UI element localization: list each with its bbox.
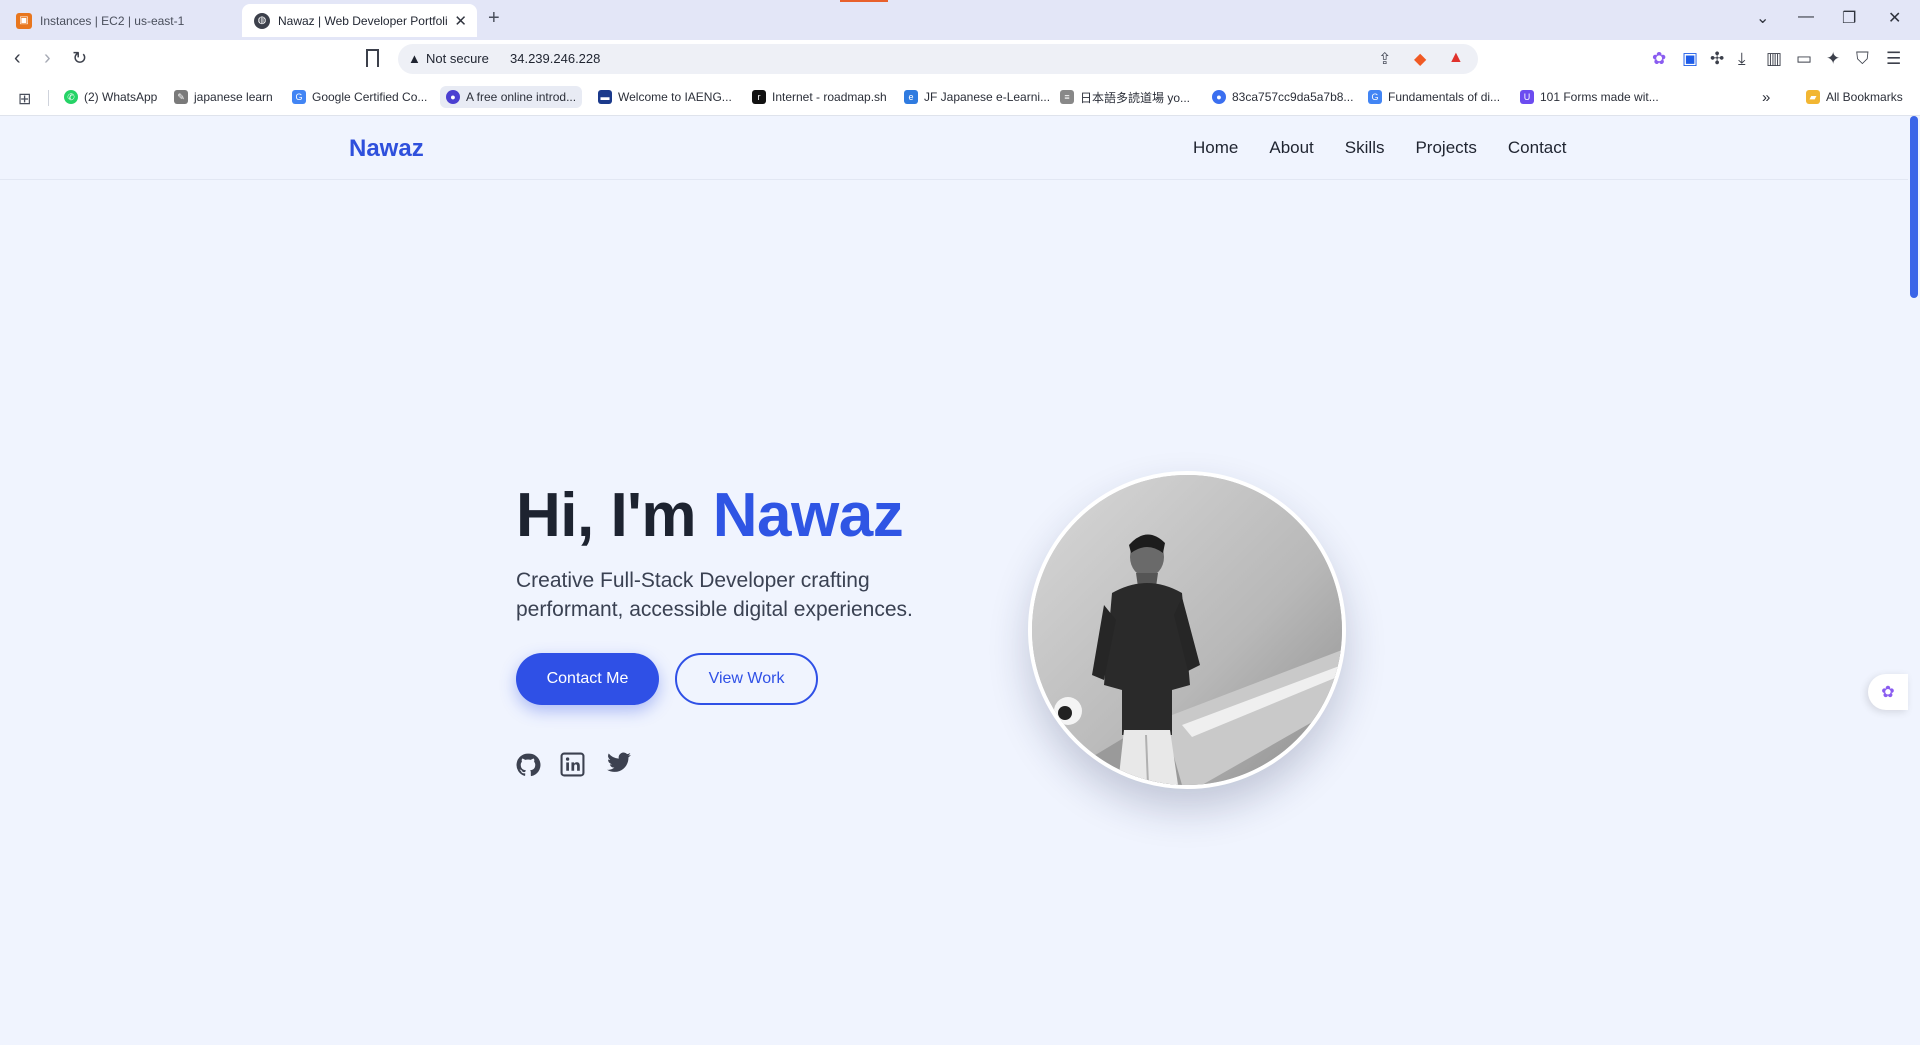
scrollbar-thumb[interactable] [1910,116,1918,298]
restore-icon[interactable]: ❐ [1842,8,1856,28]
whatsapp-icon: ✆ [64,90,78,104]
minimize-icon[interactable]: — [1798,8,1814,26]
address-bar[interactable]: ▲ Not secure 34.239.246.228 ⇪ ◆ ▲ [398,44,1478,74]
bookmark-japanese-learn[interactable]: ✎ japanese learn [174,86,273,108]
forward-icon[interactable]: › [44,47,51,70]
bookmark-jf-japanese[interactable]: e JF Japanese e-Learni... [904,86,1050,108]
bookmark-label: Internet - roadmap.sh [772,90,887,104]
bookmark-label: JF Japanese e-Learni... [924,90,1051,104]
bookmark-label: 日本語多読道場 yo... [1080,90,1191,105]
bookmark-roadmap[interactable]: r Internet - roadmap.sh [752,86,887,108]
nav-home[interactable]: Home [1193,138,1238,158]
nav-projects[interactable]: Projects [1415,138,1476,158]
all-bookmarks-folder[interactable]: ▰ All Bookmarks [1806,86,1903,108]
roadmap-icon: r [752,90,766,104]
google-icon: G [1368,90,1382,104]
bookmarks-divider [48,90,49,106]
bookmark-page-icon[interactable] [366,49,379,67]
url-text[interactable]: 34.239.246.228 [510,51,600,66]
extension-icon[interactable]: ▣ [1682,49,1698,69]
tadoku-icon: ≡ [1060,90,1074,104]
tab-indicator [840,0,888,2]
site-logo[interactable]: Nawaz [349,135,424,163]
warning-icon: ▲ [408,51,421,66]
download-icon[interactable]: ⤓ [1738,49,1746,69]
tab-ec2-instances[interactable]: ▣ Instances | EC2 | us-east-1 [4,4,240,37]
aws-icon: ▣ [16,12,32,29]
github-icon[interactable] [515,752,543,780]
iaeng-icon: ▬ [598,90,612,104]
ui-icon: U [1520,90,1534,104]
new-tab-icon[interactable]: + [488,7,500,30]
bookmark-label: japanese learn [194,90,273,104]
brave-shields-icon[interactable]: ◆ [1414,49,1426,69]
browser-tabstrip: ▣ Instances | EC2 | us-east-1 ◍ Nawaz | … [0,0,1920,40]
bookmark-label: (2) WhatsApp [84,90,158,104]
google-icon: G [292,90,306,104]
site-nav: Home About Skills Projects Contact [1193,138,1566,158]
tab-title: Nawaz | Web Developer Portfoli [278,13,448,28]
tab-search-chevron-icon[interactable]: ⌄ [1756,8,1769,28]
leo-floating-icon[interactable]: ✿ [1868,674,1908,710]
bookmark-label: Fundamentals of di... [1388,90,1501,104]
tab-title: Instances | EC2 | us-east-1 [40,13,185,28]
nav-skills[interactable]: Skills [1345,138,1385,158]
wallet-icon[interactable]: ▭ [1796,49,1812,69]
nav-about[interactable]: About [1269,138,1313,158]
tab-portfolio[interactable]: ◍ Nawaz | Web Developer Portfoli ✕ [242,4,477,37]
reload-icon[interactable]: ↻ [72,48,87,69]
bookmark-label: A free online introd... [466,90,577,104]
hero-greeting: Hi, I'm [516,481,713,550]
bookmark-google-certified[interactable]: G Google Certified Co... [292,86,427,108]
bookmark-label: 83ca757cc9da5a7b8... [1232,90,1354,104]
bookmarks-bar: ⊞ ✆ (2) WhatsApp ✎ japanese learn G Google … [0,78,1920,116]
profile-photo-illustration [1032,475,1342,785]
share-icon[interactable]: ⇪ [1378,49,1391,69]
brave-rewards-icon[interactable]: ▲ [1448,49,1464,67]
browser-toolbar: ‹ › ↻ ▲ Not secure 34.239.246.228 ⇪ ◆ ▲ … [0,40,1920,78]
nav-contact[interactable]: Contact [1508,138,1567,158]
sidebar-icon[interactable]: ▥ [1766,49,1782,69]
contact-me-button[interactable]: Contact Me [516,653,659,705]
profile-photo [1028,471,1346,789]
hero-name: Nawaz [712,481,904,550]
ai-sparkle-icon[interactable]: ✦ [1826,49,1840,69]
jf-icon: e [904,90,918,104]
bookmark-label: Welcome to IAENG... [618,90,732,104]
view-work-button[interactable]: View Work [675,653,818,705]
menu-icon[interactable]: ☰ [1886,49,1901,69]
bookmark-hash-link[interactable]: ● 83ca757cc9da5a7b8... [1212,86,1353,108]
hero-title: Hi, I'm Nawaz [516,480,904,551]
site-header: Nawaz Home About Skills Projects Contact [0,116,1908,180]
twitter-icon[interactable] [606,752,634,780]
security-label[interactable]: Not secure [426,51,489,66]
scrollbar[interactable] [1908,116,1920,1045]
globe-icon: ◍ [254,12,270,29]
bookmark-iaeng[interactable]: ▬ Welcome to IAENG... [598,86,732,108]
link-icon: ● [1212,90,1226,104]
linkedin-icon[interactable] [560,752,588,780]
close-window-icon[interactable]: ✕ [1888,8,1901,28]
bookmark-label: All Bookmarks [1826,90,1903,104]
folder-icon: ▰ [1806,90,1820,104]
bookmark-label: Google Certified Co... [312,90,428,104]
back-icon[interactable]: ‹ [14,47,21,70]
page-viewport: Nawaz Home About Skills Projects Contact… [0,116,1920,1045]
course-icon: ● [446,90,460,104]
bookmark-label: 101 Forms made wit... [1540,90,1659,104]
hero-subtitle: Creative Full-Stack Developer crafting p… [516,569,913,621]
bookmark-free-online-intro[interactable]: ● A free online introd... [440,86,583,108]
bookmark-tadoku[interactable]: ≡ 日本語多読道場 yo... [1060,86,1190,108]
vpn-shield-icon[interactable]: ⛉ [1856,49,1869,69]
close-tab-icon[interactable]: ✕ [454,12,467,30]
bookmark-fundamentals[interactable]: G Fundamentals of di... [1368,86,1500,108]
feather-icon: ✎ [174,90,188,104]
apps-grid-icon[interactable]: ⊞ [18,89,31,109]
leo-ai-icon[interactable]: ✿ [1652,49,1666,69]
more-bookmarks-chevron-icon[interactable]: » [1762,86,1770,108]
extensions-puzzle-icon[interactable]: ✣ [1710,49,1724,69]
bookmark-whatsapp[interactable]: ✆ (2) WhatsApp [64,86,157,108]
bookmark-101-forms[interactable]: U 101 Forms made wit... [1520,86,1659,108]
